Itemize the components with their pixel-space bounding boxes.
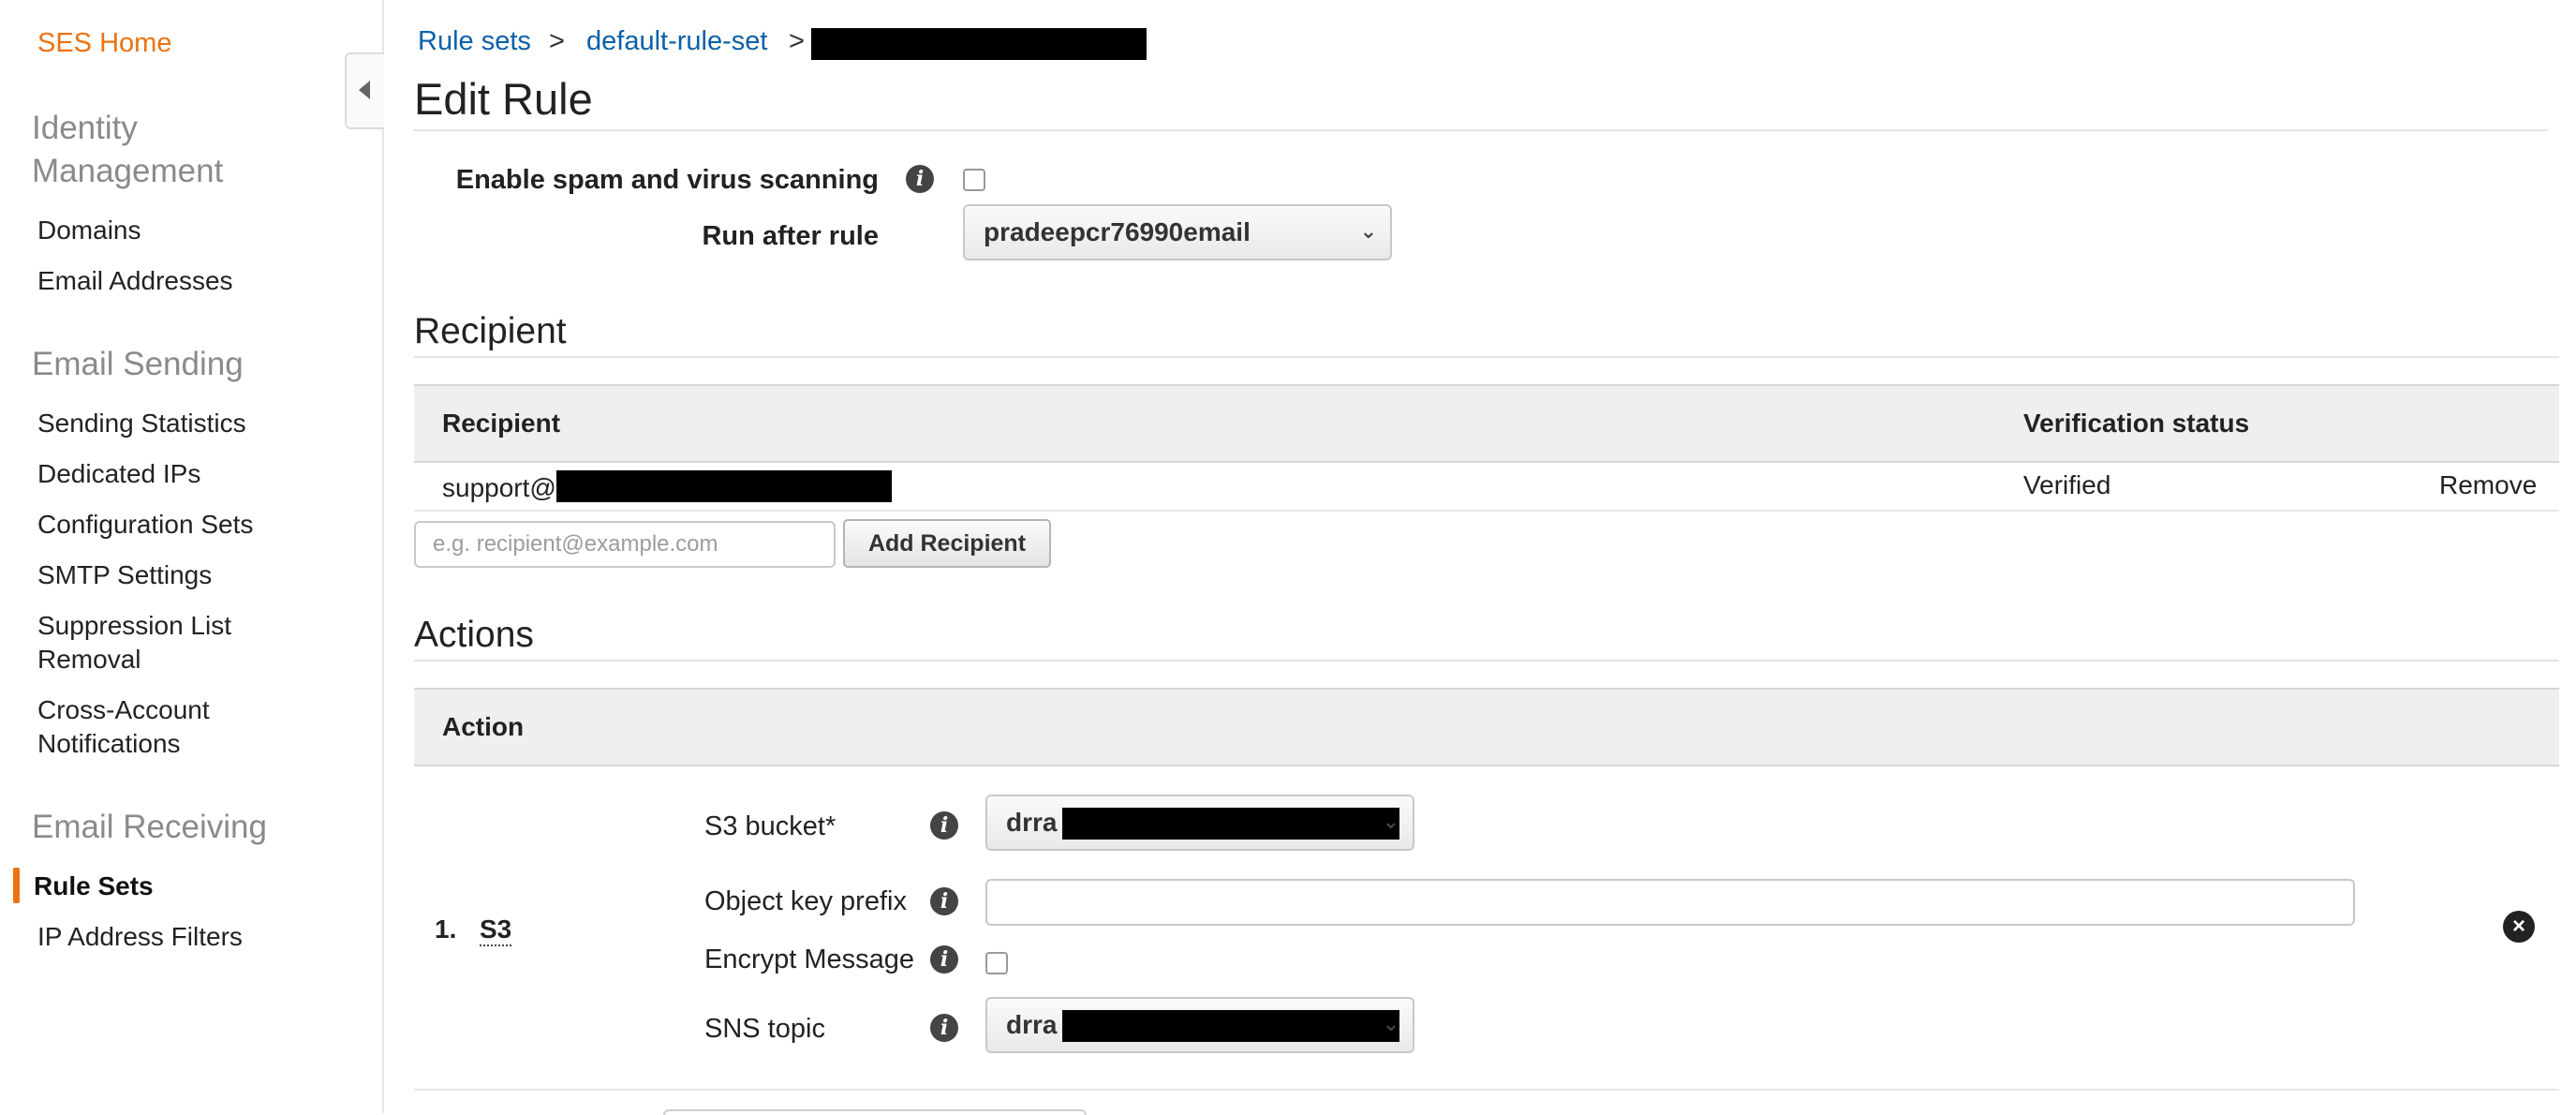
s3-bucket-value: drra [1006, 808, 1058, 837]
title-divider [414, 129, 2548, 131]
sidebar: SES Home Identity Management Domains Ema… [0, 0, 384, 1113]
sidebar-item-sending-statistics[interactable]: Sending Statistics [37, 407, 246, 440]
breadcrumb-separator: > [549, 26, 565, 56]
run-after-rule-label: Run after rule [702, 221, 879, 251]
verification-status: Verified [2023, 470, 2111, 499]
page-title: Edit Rule [414, 74, 593, 124]
sns-topic-select[interactable]: drra ⌄ [985, 997, 1414, 1053]
spam-scanning-label: Enable spam and virus scanning [455, 165, 879, 195]
s3-bucket-label: S3 bucket* [704, 811, 836, 841]
column-header-verification-status: Verification status [2023, 409, 2250, 438]
recipient-table-header: Recipient Verification status [414, 384, 2559, 463]
remove-recipient-link[interactable]: Remove [2439, 470, 2537, 500]
sidebar-item-configuration-sets[interactable]: Configuration Sets [37, 508, 253, 542]
collapse-sidebar-button[interactable] [345, 52, 384, 129]
active-indicator [13, 868, 20, 903]
redacted-domain [555, 470, 892, 502]
info-icon[interactable]: i [930, 945, 958, 974]
info-icon[interactable]: i [930, 811, 958, 840]
encrypt-message-checkbox[interactable] [985, 952, 1008, 974]
info-icon[interactable]: i [930, 1014, 958, 1042]
s3-bucket-select[interactable]: drra ⌄ [985, 795, 1414, 851]
sidebar-item-dedicated-ips[interactable]: Dedicated IPs [37, 457, 200, 491]
redacted-rule-name [811, 28, 1147, 60]
next-field-edge [663, 1109, 1087, 1115]
chevron-down-icon: ⌄ [1359, 219, 1377, 243]
breadcrumb-separator: > [789, 26, 805, 56]
recipient-section-title: Recipient [414, 311, 567, 351]
recipient-email: support@ [442, 470, 892, 503]
action-number: 1. [435, 914, 457, 944]
action-type-s3[interactable]: S3 [480, 914, 512, 946]
row-divider [414, 510, 2559, 512]
recipient-divider [414, 356, 2559, 358]
sidebar-item-rule-sets[interactable]: Rule Sets [34, 870, 154, 903]
object-key-prefix-input[interactable] [985, 879, 2355, 926]
info-icon[interactable]: i [930, 887, 958, 915]
sidebar-heading-email-sending: Email Sending [32, 346, 244, 382]
breadcrumb-default-rule-set[interactable]: default-rule-set [586, 26, 767, 57]
remove-action-icon[interactable]: × [2503, 911, 2535, 943]
breadcrumb-rule-sets[interactable]: Rule sets [418, 26, 531, 57]
encrypt-message-label: Encrypt Message [704, 944, 915, 974]
run-after-rule-value: pradeepcr76990email [984, 217, 1251, 246]
run-after-rule-select[interactable]: pradeepcr76990email ⌄ [963, 204, 1392, 260]
sidebar-heading-identity-management: Identity Management [32, 110, 224, 189]
sidebar-item-suppression-list-removal[interactable]: Suppression List Removal [37, 609, 231, 676]
info-icon[interactable]: i [906, 165, 934, 193]
spam-scanning-checkbox[interactable] [963, 169, 985, 191]
add-recipient-button[interactable]: Add Recipient [843, 519, 1051, 568]
sidebar-item-cross-account-notifications[interactable]: Cross-Account Notifications [37, 693, 210, 761]
sidebar-item-email-addresses[interactable]: Email Addresses [37, 264, 233, 298]
chevron-down-icon: ⌄ [1382, 810, 1399, 833]
chevron-down-icon: ⌄ [1382, 1012, 1399, 1035]
sns-topic-label: SNS topic [704, 1014, 825, 1044]
column-header-action: Action [442, 712, 525, 741]
sidebar-item-ip-address-filters[interactable]: IP Address Filters [37, 920, 243, 954]
redacted-topic-name [1062, 1010, 1399, 1042]
object-key-prefix-label: Object key prefix [704, 886, 907, 916]
actions-divider [414, 660, 2559, 662]
column-header-recipient: Recipient [442, 409, 561, 438]
sidebar-item-smtp-settings[interactable]: SMTP Settings [37, 558, 212, 592]
actions-table-header: Action [414, 688, 2559, 766]
sidebar-heading-email-receiving: Email Receiving [32, 809, 267, 845]
sns-topic-value: drra [1006, 1010, 1058, 1039]
redacted-bucket-name [1062, 808, 1399, 840]
chevron-left-icon [359, 81, 370, 99]
recipient-input[interactable] [414, 521, 836, 568]
sidebar-item-domains[interactable]: Domains [37, 214, 141, 247]
row-divider [414, 1089, 2559, 1091]
actions-section-title: Actions [414, 615, 534, 655]
ses-home-link[interactable]: SES Home [37, 28, 171, 59]
